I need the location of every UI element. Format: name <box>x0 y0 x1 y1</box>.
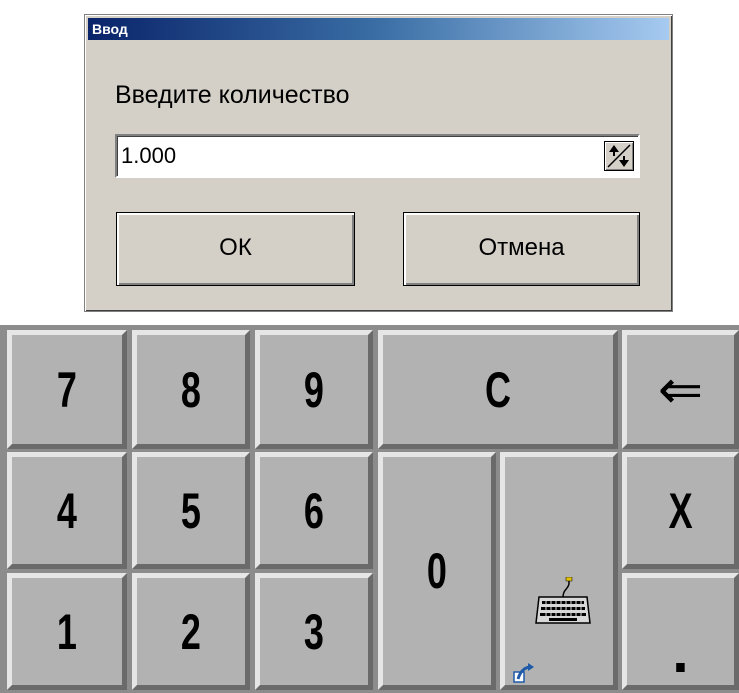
ok-button[interactable]: ОК <box>116 212 355 286</box>
key-9[interactable]: 9 <box>255 330 373 449</box>
spin-updown-button[interactable] <box>604 141 634 171</box>
keyboard-icon <box>535 577 591 624</box>
spin-updown-icon <box>607 144 631 168</box>
close-key[interactable]: X <box>622 452 739 569</box>
layout-switch-icon <box>513 663 534 683</box>
key-7-label: 7 <box>56 361 78 418</box>
numeric-keypad: 7 8 9 C ⇐ 4 5 6 0 X 1 2 3 . <box>0 325 739 693</box>
key-2-label: 2 <box>180 603 202 660</box>
quantity-input[interactable] <box>121 138 591 174</box>
key-6-label: 6 <box>303 482 325 539</box>
key-5[interactable]: 5 <box>132 452 250 569</box>
dialog-title: Ввод <box>92 21 128 37</box>
clear-key-label: C <box>484 361 511 418</box>
key-7[interactable]: 7 <box>7 330 127 449</box>
quantity-field[interactable] <box>115 134 640 178</box>
dialog-titlebar[interactable]: Ввод <box>88 18 669 40</box>
key-9-label: 9 <box>303 361 325 418</box>
cancel-button[interactable]: Отмена <box>403 212 640 286</box>
key-1[interactable]: 1 <box>7 573 127 690</box>
key-8-label: 8 <box>180 361 202 418</box>
key-1-label: 1 <box>56 603 78 660</box>
key-0-label: 0 <box>426 543 448 599</box>
key-2[interactable]: 2 <box>132 573 250 690</box>
backspace-key[interactable]: ⇐ <box>622 330 739 449</box>
clear-key[interactable]: C <box>378 330 618 449</box>
key-3[interactable]: 3 <box>255 573 373 690</box>
key-0[interactable]: 0 <box>378 452 496 690</box>
key-3-label: 3 <box>303 603 325 660</box>
decimal-point-label: . <box>672 618 689 685</box>
input-dialog: Ввод Введите количество ОК Отмена <box>84 14 673 312</box>
backspace-arrow-icon: ⇐ <box>657 360 704 420</box>
dialog-prompt: Введите количество <box>115 81 350 109</box>
decimal-point-key[interactable]: . <box>622 573 739 690</box>
key-5-label: 5 <box>180 482 202 539</box>
keyboard-toggle-key[interactable] <box>500 452 618 690</box>
key-8[interactable]: 8 <box>132 330 250 449</box>
key-4-label: 4 <box>56 482 78 539</box>
close-key-label: X <box>668 482 693 539</box>
key-6[interactable]: 6 <box>255 452 373 569</box>
key-4[interactable]: 4 <box>7 452 127 569</box>
